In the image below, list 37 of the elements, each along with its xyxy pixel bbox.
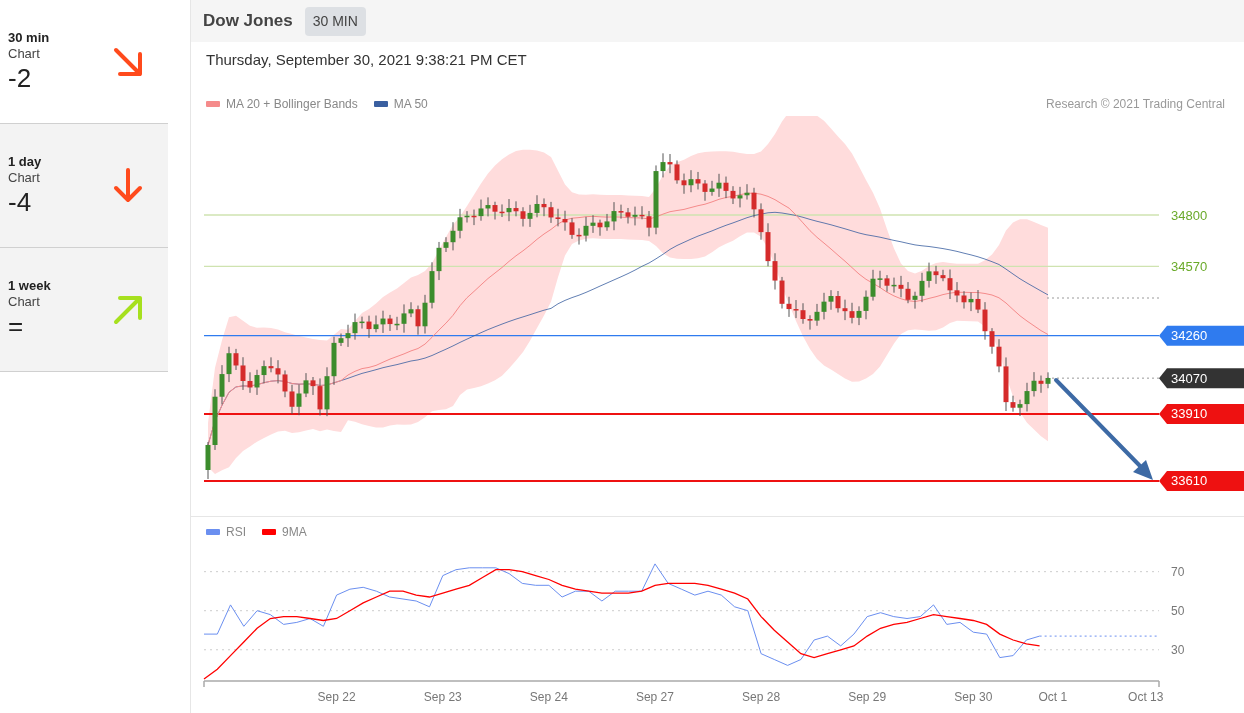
timeframe-card[interactable]: 1 week Chart =	[0, 248, 168, 372]
chart-label: Chart	[8, 169, 41, 186]
legend-label: MA 20 + Bollinger Bands	[226, 96, 358, 113]
x-tick-label: Sep 28	[742, 690, 781, 704]
price-badge: 34070	[1159, 368, 1244, 389]
x-tick-label: Sep 27	[635, 690, 674, 704]
price-badge: 33610	[1159, 470, 1244, 491]
score-value: -4	[8, 185, 33, 218]
x-tick-label: Sep 30	[954, 690, 993, 704]
timestamp: Thursday, September 30, 2021 9:38:21 PM CET	[206, 49, 527, 70]
x-tick-label: Sep 23	[423, 690, 462, 704]
timeframe-label: 1 day	[8, 153, 42, 170]
chart-label: Chart	[8, 45, 41, 62]
y-tick-label: 30	[1171, 643, 1185, 658]
price-level-label: 34800	[1171, 207, 1208, 223]
score-value: =	[8, 309, 25, 342]
x-tick-label: Sep 22	[317, 690, 356, 704]
y-tick-label: 50	[1171, 604, 1185, 619]
score-value: -2	[8, 61, 33, 94]
interval-badge[interactable]: 30 MIN	[304, 6, 366, 36]
legend-label: RSI	[226, 523, 246, 541]
legend-label: 9MA	[282, 523, 307, 541]
price-level-label: 34570	[1171, 258, 1208, 274]
x-tick-label: Oct 1	[1038, 690, 1068, 704]
price-badge: 33910	[1159, 403, 1244, 424]
timeframe-label: 30 min	[8, 29, 50, 46]
x-tick-label: Sep 29	[848, 690, 887, 704]
chart-label: Chart	[8, 293, 41, 310]
y-tick-label: 70	[1171, 565, 1185, 580]
price-badge: 34260	[1159, 325, 1244, 346]
legend-label: MA 50	[393, 96, 428, 113]
x-tick-label: Sep 24	[529, 690, 568, 704]
timeframe-card[interactable]: 1 day Chart -4	[0, 124, 168, 248]
credit-text: Research © 2021 Trading Central	[1046, 96, 1226, 113]
x-tick-label: Oct 13	[1128, 690, 1164, 704]
instrument-title: Dow Jones	[203, 10, 293, 33]
timeframe-label: 1 week	[8, 277, 51, 294]
